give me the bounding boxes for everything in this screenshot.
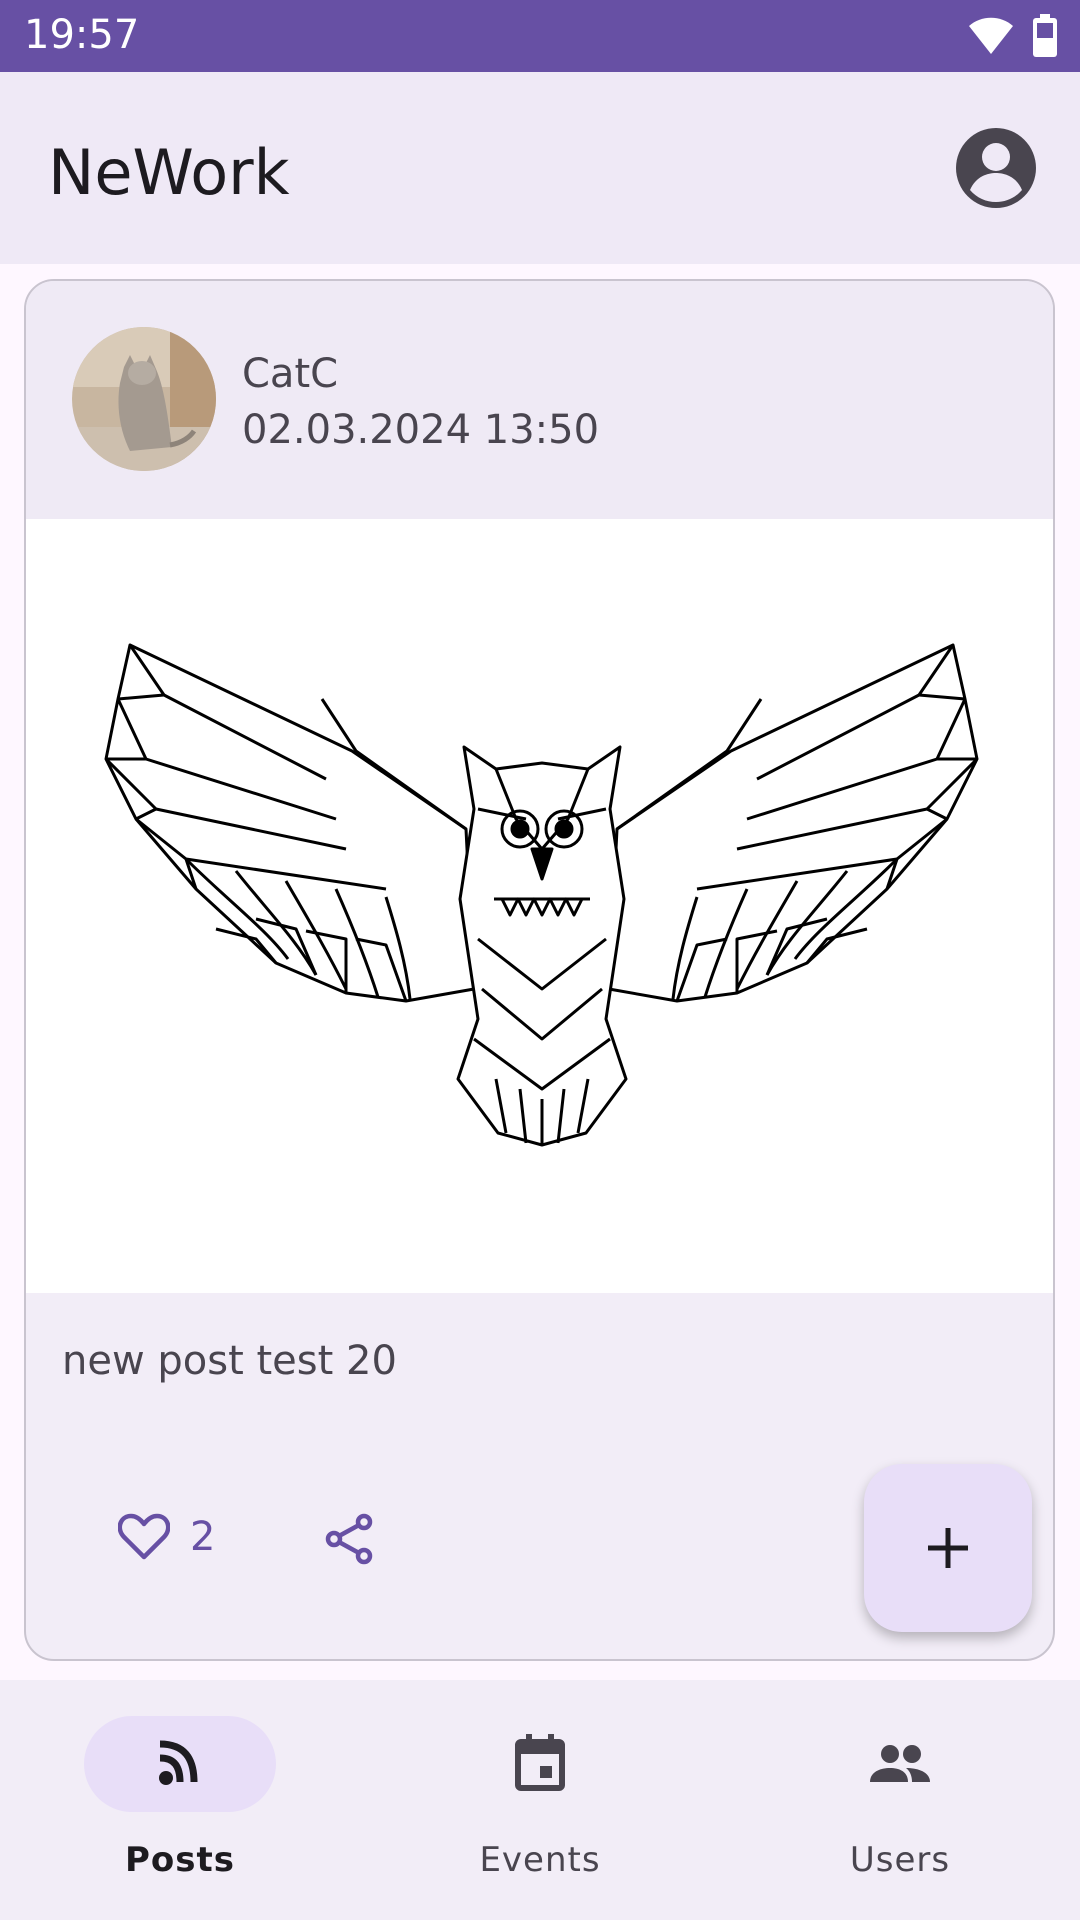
author-avatar[interactable] bbox=[72, 327, 216, 471]
post-image[interactable] bbox=[26, 519, 1053, 1293]
post-date: 02.03.2024 13:50 bbox=[242, 407, 600, 453]
like-button[interactable]: 2 bbox=[118, 1513, 215, 1561]
post-header: CatC 02.03.2024 13:50 bbox=[26, 281, 1053, 519]
plus-icon bbox=[928, 1528, 968, 1568]
account-circle-icon bbox=[956, 128, 1036, 208]
create-post-fab[interactable] bbox=[864, 1464, 1032, 1632]
status-bar: 19:57 bbox=[0, 0, 1080, 72]
top-app-bar: NeWork bbox=[0, 72, 1080, 264]
owl-illustration bbox=[104, 643, 979, 1147]
bottom-navigation: Posts Events Users bbox=[0, 1680, 1080, 1920]
heart-outline-icon bbox=[118, 1513, 170, 1560]
share-icon bbox=[325, 1513, 373, 1565]
battery-icon bbox=[1033, 14, 1057, 57]
nav-item-posts[interactable]: Posts bbox=[50, 1716, 310, 1896]
app-title: NeWork bbox=[48, 136, 290, 209]
wifi-icon bbox=[969, 17, 1013, 54]
nav-label-events: Events bbox=[479, 1840, 601, 1880]
like-count: 2 bbox=[190, 1514, 216, 1560]
people-icon bbox=[870, 1745, 930, 1782]
post-content: new post test 20 bbox=[62, 1338, 397, 1384]
share-button[interactable] bbox=[324, 1513, 376, 1570]
post-card[interactable]: CatC 02.03.2024 13:50 new post test 20 2 bbox=[24, 279, 1055, 1661]
cat-photo bbox=[72, 327, 216, 471]
nav-label-users: Users bbox=[849, 1840, 951, 1880]
status-icons bbox=[968, 14, 1058, 58]
nav-item-users[interactable]: Users bbox=[770, 1716, 1030, 1896]
rss-feed-icon bbox=[159, 1740, 198, 1785]
account-button[interactable] bbox=[954, 126, 1038, 210]
calendar-event-icon bbox=[515, 1734, 565, 1791]
nav-item-events[interactable]: Events bbox=[410, 1716, 670, 1896]
status-time: 19:57 bbox=[24, 12, 140, 58]
nav-label-posts: Posts bbox=[124, 1840, 235, 1880]
author-name[interactable]: CatC bbox=[242, 351, 338, 397]
